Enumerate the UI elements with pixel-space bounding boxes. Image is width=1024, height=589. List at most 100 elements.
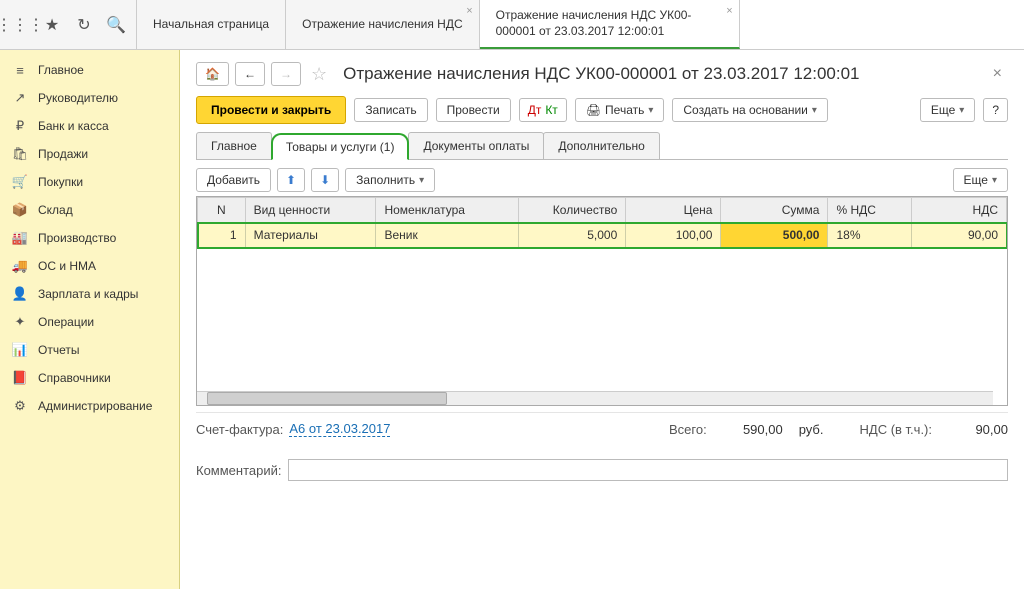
post-and-close-button[interactable]: Провести и закрыть bbox=[196, 96, 346, 124]
tab-label: Начальная страница bbox=[153, 17, 269, 33]
back-button[interactable]: ← bbox=[235, 62, 265, 86]
sidebar-item-purchases[interactable]: 🛒 Покупки bbox=[0, 168, 179, 196]
sidebar-item-admin[interactable]: ⚙Администрирование bbox=[0, 392, 179, 420]
cell-vat-pct[interactable]: 18% bbox=[828, 223, 911, 248]
close-icon[interactable]: × bbox=[466, 4, 472, 18]
inner-tab-main[interactable]: Главное bbox=[196, 132, 272, 159]
sidebar-item-label: Банк и касса bbox=[38, 119, 109, 133]
col-sum[interactable]: Сумма bbox=[721, 198, 828, 223]
sidebar-item-label: ОС и НМА bbox=[38, 259, 96, 273]
gear-icon: ⚙ bbox=[12, 398, 28, 414]
sidebar-item-label: Справочники bbox=[38, 371, 111, 385]
comment-input[interactable] bbox=[288, 459, 1009, 481]
favorite-star-icon[interactable]: ☆ bbox=[307, 64, 331, 85]
book-icon: 📕 bbox=[12, 370, 28, 386]
table-header-row: N Вид ценности Номенклатура Количество Ц… bbox=[198, 198, 1007, 223]
tab-label: Отражение начисления НДС bbox=[302, 17, 463, 33]
forward-button[interactable]: → bbox=[271, 62, 301, 86]
col-qty[interactable]: Количество bbox=[519, 198, 626, 223]
col-n[interactable]: N bbox=[198, 198, 246, 223]
sidebar-item-label: Зарплата и кадры bbox=[38, 287, 138, 301]
dt-kt-button[interactable]: ДтКт bbox=[519, 98, 567, 122]
sidebar-item-directories[interactable]: 📕 Справочники bbox=[0, 364, 179, 392]
inner-tab-extra[interactable]: Дополнительно bbox=[543, 132, 659, 159]
cell-qty[interactable]: 5,000 bbox=[519, 223, 626, 248]
add-row-button[interactable]: Добавить bbox=[196, 168, 271, 192]
sidebar-item-assets[interactable]: 🚚 ОС и НМА bbox=[0, 252, 179, 280]
cell-price[interactable]: 100,00 bbox=[626, 223, 721, 248]
cell-vat[interactable]: 90,00 bbox=[911, 223, 1006, 248]
cell-item[interactable]: Веник bbox=[376, 223, 519, 248]
sidebar-item-main[interactable]: ≡ Главное bbox=[0, 56, 179, 84]
inner-tab-goods[interactable]: Товары и услуги (1) bbox=[271, 133, 410, 160]
printer-icon: 🖨 bbox=[586, 103, 601, 117]
tab-label: Отражение начисления НДС УК00-000001 от … bbox=[496, 8, 723, 39]
cell-sum[interactable]: 500,00 bbox=[721, 223, 828, 248]
col-price[interactable]: Цена bbox=[626, 198, 721, 223]
total-label: Всего: bbox=[669, 422, 707, 437]
cell-n[interactable]: 1 bbox=[198, 223, 246, 248]
close-icon[interactable]: × bbox=[726, 4, 732, 18]
sidebar-item-hr[interactable]: 👤 Зарплата и кадры bbox=[0, 280, 179, 308]
chart-icon: ↗ bbox=[12, 90, 28, 106]
sidebar-item-bank[interactable]: ₽Банк и касса bbox=[0, 112, 179, 140]
post-button[interactable]: Провести bbox=[436, 98, 511, 122]
sidebar-item-label: Производство bbox=[38, 231, 116, 245]
col-vat[interactable]: НДС bbox=[911, 198, 1006, 223]
save-button[interactable]: Записать bbox=[354, 98, 427, 122]
move-up-button[interactable]: ⬆ bbox=[277, 168, 305, 192]
help-button[interactable]: ? bbox=[983, 98, 1008, 122]
sidebar-item-warehouse[interactable]: 📦 Склад bbox=[0, 196, 179, 224]
sidebar-item-label: Отчеты bbox=[38, 343, 79, 357]
tab-home[interactable]: Начальная страница bbox=[137, 0, 286, 49]
inner-tab-payments[interactable]: Документы оплаты bbox=[408, 132, 544, 159]
apps-icon[interactable]: ⋮⋮⋮ bbox=[8, 13, 32, 37]
factory-icon: 🏭 bbox=[12, 230, 28, 246]
sidebar-item-operations[interactable]: ✦ Операции bbox=[0, 308, 179, 336]
top-tabs: Начальная страница Отражение начисления … bbox=[137, 0, 740, 49]
star-icon[interactable]: ★ bbox=[40, 13, 64, 37]
table-row[interactable]: 1 Материалы Веник 5,000 100,00 500,00 18… bbox=[198, 223, 1007, 248]
history-icon[interactable]: ↻ bbox=[72, 13, 96, 37]
col-item[interactable]: Номенклатура bbox=[376, 198, 519, 223]
person-icon: 👤 bbox=[12, 286, 28, 302]
invoice-label: Счет-фактура: bbox=[196, 422, 283, 437]
truck-icon: 🚚 bbox=[12, 258, 28, 274]
menu-icon: ≡ bbox=[12, 62, 28, 78]
sidebar-item-reports[interactable]: 📊 Отчеты bbox=[0, 336, 179, 364]
more-button[interactable]: Еще bbox=[920, 98, 975, 122]
sidebar-item-manager[interactable]: ↗Руководителю bbox=[0, 84, 179, 112]
col-vat-pct[interactable]: % НДС bbox=[828, 198, 911, 223]
vat-incl-label: НДС (в т.ч.): bbox=[860, 422, 933, 437]
create-based-button[interactable]: Создать на основании bbox=[672, 98, 828, 122]
horizontal-scrollbar[interactable] bbox=[197, 391, 993, 405]
sidebar: ≡Главное ↗Руководителю ₽Банк и касса 🛍Пр… bbox=[0, 50, 180, 589]
sidebar-item-label: Операции bbox=[38, 315, 94, 329]
home-button[interactable]: 🏠 bbox=[196, 62, 229, 86]
bars-icon: 📊 bbox=[12, 342, 28, 358]
sidebar-item-production[interactable]: 🏭 Производство bbox=[0, 224, 179, 252]
sidebar-item-label: Склад bbox=[38, 203, 73, 217]
col-type[interactable]: Вид ценности bbox=[245, 198, 376, 223]
cell-type[interactable]: Материалы bbox=[245, 223, 376, 248]
box-icon: 📦 bbox=[12, 202, 28, 218]
table-more-button[interactable]: Еще bbox=[953, 168, 1008, 192]
move-down-button[interactable]: ⬇ bbox=[311, 168, 339, 192]
currency-label: руб. bbox=[799, 422, 824, 437]
fill-button[interactable]: Заполнить bbox=[345, 168, 435, 192]
sidebar-item-label: Главное bbox=[38, 63, 84, 77]
sidebar-item-sales[interactable]: 🛍Продажи bbox=[0, 140, 179, 168]
tab-vat-reflection[interactable]: Отражение начисления НДС × bbox=[286, 0, 480, 49]
sidebar-item-label: Покупки bbox=[38, 175, 83, 189]
close-button[interactable]: × bbox=[987, 63, 1008, 85]
sparkle-icon: ✦ bbox=[12, 314, 28, 330]
cart-icon: 🛒 bbox=[12, 174, 28, 190]
page-title: Отражение начисления НДС УК00-000001 от … bbox=[343, 64, 981, 84]
print-button[interactable]: 🖨Печать bbox=[575, 98, 665, 122]
tab-vat-doc[interactable]: Отражение начисления НДС УК00-000001 от … bbox=[480, 0, 740, 49]
goods-table: N Вид ценности Номенклатура Количество Ц… bbox=[196, 196, 1008, 406]
invoice-link[interactable]: А6 от 23.03.2017 bbox=[289, 421, 390, 437]
search-icon[interactable]: 🔍 bbox=[104, 13, 128, 37]
total-value: 590,00 bbox=[723, 422, 783, 437]
bag-icon: 🛍 bbox=[12, 146, 28, 162]
